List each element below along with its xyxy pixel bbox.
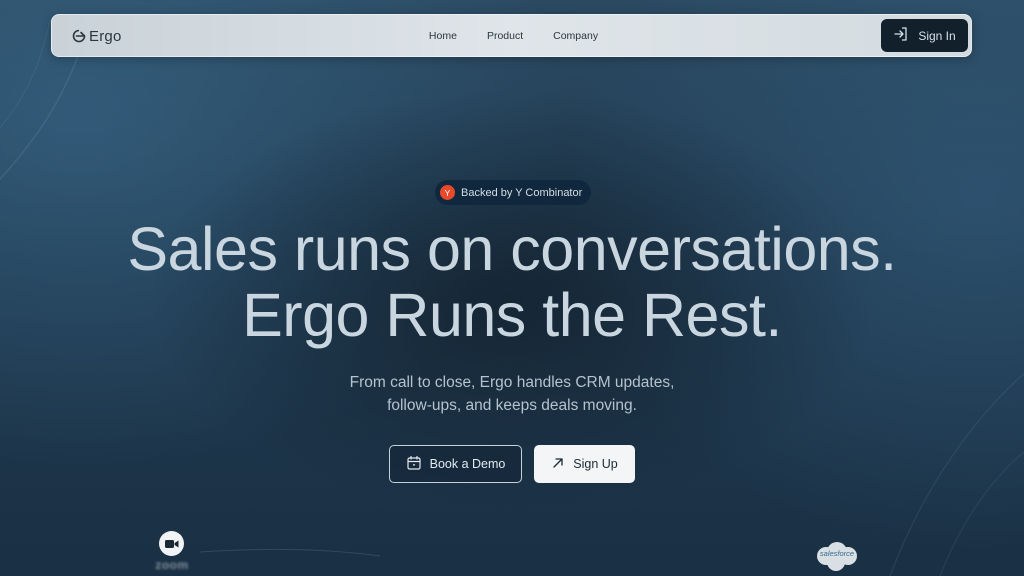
arrow-up-right-icon [551,456,565,473]
subtitle-line-1: From call to close, Ergo handles CRM upd… [349,374,675,391]
brand-logo[interactable]: Ergo [72,26,122,46]
calendar-icon [406,455,422,474]
nav-link-home[interactable]: Home [429,30,457,42]
yc-badge: Y Backed by Y Combinator [435,180,591,205]
login-arrow-icon [893,26,909,45]
nav-links: Home Product Company [52,15,971,56]
sign-in-label: Sign In [918,28,956,43]
zoom-wordmark: zoom [155,558,189,572]
sign-up-button[interactable]: Sign Up [534,445,635,483]
book-demo-button[interactable]: Book a Demo [389,445,522,483]
zoom-icon [159,531,184,556]
headline-line-1: Sales runs on conversations. [127,215,897,283]
headline-line-2: Ergo Runs the Rest. [242,281,782,349]
badge-text: Backed by Y Combinator [461,186,583,199]
book-demo-label: Book a Demo [429,457,506,471]
top-navbar: Ergo Home Product Company Sign In [51,14,972,57]
sign-up-label: Sign Up [573,457,618,471]
nav-link-company[interactable]: Company [553,30,598,42]
ergo-logo-icon [72,29,86,43]
subtitle-line-2: follow-ups, and keeps deals moving. [387,397,637,414]
salesforce-wordmark: salesforce [819,549,855,558]
y-combinator-icon: Y [440,185,455,200]
brand-name: Ergo [89,27,122,45]
nav-link-product[interactable]: Product [487,30,523,42]
sign-in-button[interactable]: Sign In [881,19,968,52]
